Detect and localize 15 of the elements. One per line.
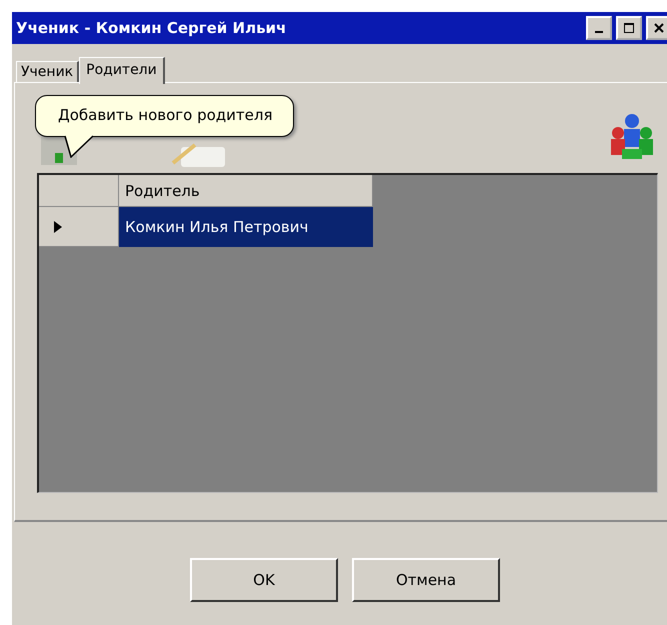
close-button[interactable] bbox=[646, 16, 667, 40]
minimize-button[interactable] bbox=[586, 16, 612, 40]
maximize-icon bbox=[623, 23, 635, 33]
window-title: Ученик - Комкин Сергей Ильич bbox=[16, 19, 288, 37]
cancel-button[interactable]: Отмена bbox=[352, 558, 500, 602]
table-cell[interactable]: Комкин Илья Петрович bbox=[119, 207, 373, 247]
people-icon[interactable] bbox=[608, 111, 656, 161]
minimize-icon bbox=[595, 31, 603, 33]
ok-button[interactable]: OK bbox=[190, 558, 338, 602]
tab[interactable]: Родители bbox=[79, 57, 165, 84]
maximize-button[interactable] bbox=[616, 16, 642, 40]
tab[interactable]: Ученик bbox=[16, 61, 80, 82]
close-icon bbox=[653, 23, 665, 33]
column-header[interactable]: Родитель bbox=[119, 175, 373, 207]
tooltip-text: Добавить нового родителя bbox=[58, 106, 272, 124]
